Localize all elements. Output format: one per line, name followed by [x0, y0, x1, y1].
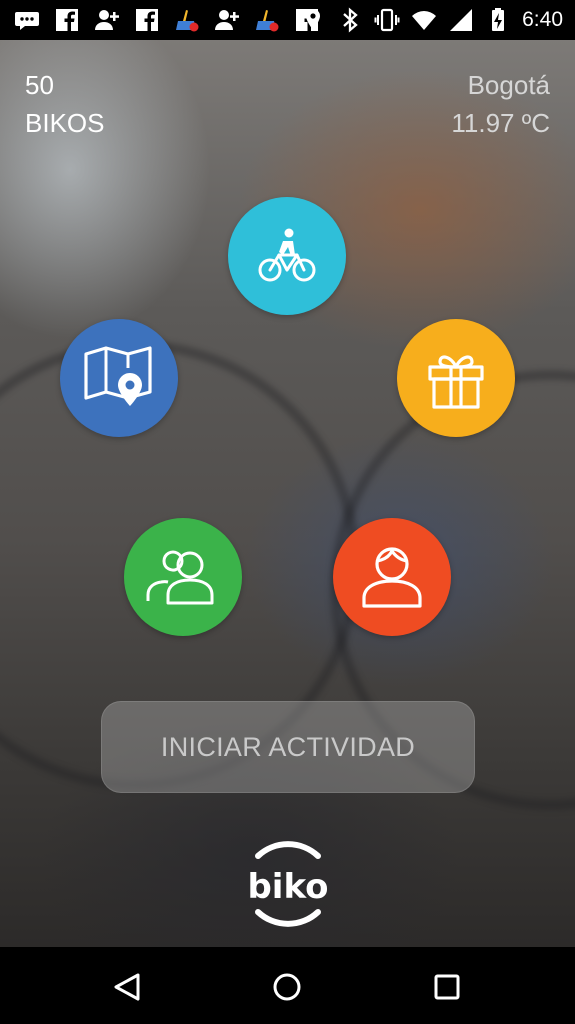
- gift-button[interactable]: [397, 319, 515, 437]
- logo-text: biko: [247, 867, 328, 907]
- user-icon: [362, 547, 422, 608]
- cyclist-icon: [258, 228, 316, 282]
- cleaner-icon: [176, 10, 199, 32]
- add-user-icon: [215, 10, 239, 30]
- location-icon: [306, 9, 321, 30]
- bikos-label: BIKOS: [25, 108, 105, 138]
- city-name: Bogotá: [467, 70, 550, 100]
- temperature: 11.97 ºC: [451, 108, 550, 138]
- bikos-count: 50: [25, 70, 54, 100]
- biko-logo: biko: [247, 841, 329, 927]
- facebook-icon: [136, 9, 158, 31]
- start-activity-label: INICIAR ACTIVIDAD: [160, 731, 416, 762]
- back-icon[interactable]: [108, 967, 148, 1007]
- profile-button[interactable]: [333, 518, 451, 636]
- map-button[interactable]: [60, 319, 178, 437]
- map-pin-icon: [84, 346, 152, 406]
- notification-icons: [14, 7, 320, 33]
- system-icons: 6:40: [300, 7, 563, 33]
- battery-charging-icon: [492, 8, 505, 31]
- gift-icon: [428, 355, 484, 409]
- home-icon[interactable]: [267, 967, 307, 1007]
- clock: 6:40: [522, 8, 563, 31]
- bluetooth-icon: [343, 7, 358, 33]
- navigation-bar: [0, 947, 575, 1024]
- cleaner-icon: [256, 10, 279, 32]
- recent-apps-icon[interactable]: [427, 967, 467, 1007]
- messenger-icon: [15, 12, 39, 30]
- facebook-icon: [56, 9, 78, 31]
- vibrate-icon: [374, 8, 400, 32]
- ride-button[interactable]: [228, 197, 346, 315]
- friends-button[interactable]: [124, 518, 242, 636]
- blurred-bicycle-background: [0, 40, 575, 947]
- start-activity-button[interactable]: INICIAR ACTIVIDAD: [101, 701, 475, 793]
- group-icon: [146, 550, 214, 605]
- status-bar: 6:40: [0, 0, 575, 40]
- wifi-icon: [412, 11, 437, 31]
- add-user-icon: [95, 10, 119, 30]
- signal-icon: [450, 9, 473, 31]
